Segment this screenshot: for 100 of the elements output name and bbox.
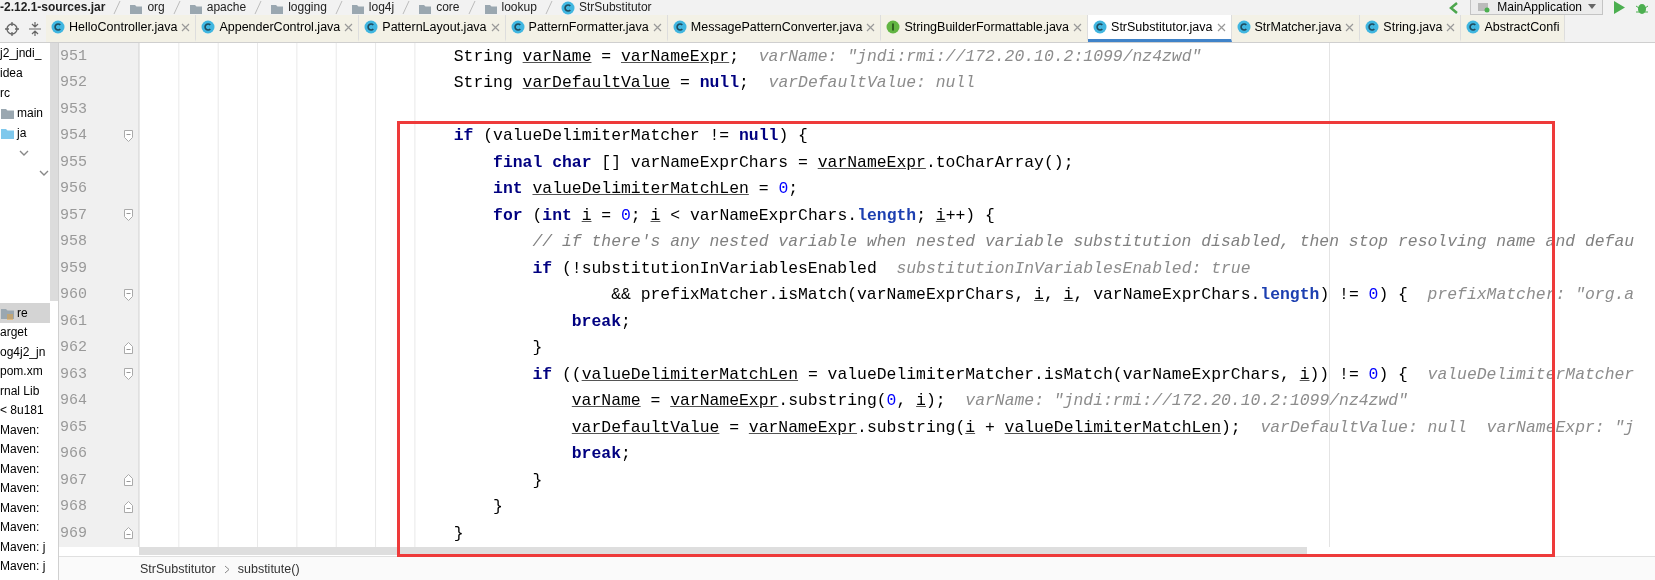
code-line: int valueDelimiterMatchLen = 0; <box>493 179 799 199</box>
inline-value-hint: varName: "jndi:rmi://172.20.10.2:1099/nz4zwd" <box>758 46 1202 66</box>
close-icon[interactable] <box>490 22 500 32</box>
tree-item[interactable]: arget <box>0 325 28 340</box>
chevron-icon <box>223 564 230 574</box>
line-number: 964 <box>59 392 87 410</box>
tree-item[interactable]: Maven: <box>0 442 40 457</box>
line-number: 951 <box>59 47 87 65</box>
line-number: 958 <box>59 233 87 251</box>
tree-item[interactable]: Maven: <box>0 481 40 496</box>
breadcrumb-item[interactable]: org <box>147 0 165 15</box>
inline-value-hint: substitutionInVariablesEnabled: true <box>896 258 1251 278</box>
tree-item[interactable]: og4j2_jn <box>0 344 46 359</box>
line-number: 963 <box>59 365 87 383</box>
class-icon <box>1093 20 1108 34</box>
fold-icon[interactable] <box>124 129 133 142</box>
class-icon <box>1466 20 1481 34</box>
tree-item[interactable]: Maven: <box>0 422 40 437</box>
fold-icon[interactable] <box>124 500 133 513</box>
line-number: 954 <box>59 127 87 145</box>
separator-icon <box>465 1 478 14</box>
tree-item[interactable]: ja <box>17 126 27 140</box>
line-number: 965 <box>59 418 87 436</box>
class-icon <box>201 20 216 34</box>
breadcrumb-item[interactable]: log4j <box>368 0 395 15</box>
fold-icon[interactable] <box>124 474 133 487</box>
editor-tab[interactable]: StrMatcher.java <box>1231 15 1361 42</box>
line-number: 966 <box>59 445 87 463</box>
breadcrumb-item[interactable]: logging <box>288 0 327 15</box>
editor-tab[interactable]: StringBuilderFormattable.java <box>881 15 1089 42</box>
fold-icon[interactable] <box>124 368 133 381</box>
code-line: } <box>493 497 503 517</box>
scrollbar[interactable] <box>50 43 58 301</box>
tree-item[interactable]: j2_jndi_ <box>0 46 42 60</box>
close-icon[interactable] <box>866 22 876 32</box>
class-icon <box>1236 20 1251 34</box>
line-number: 967 <box>59 471 87 489</box>
debug-icon[interactable] <box>1635 1 1649 14</box>
editor-tab[interactable]: AppenderControl.java <box>196 15 360 42</box>
inline-value-hint: varName: "jndi:rmi://172.20.10.2:1099/nz4zwd" <box>965 391 1408 411</box>
folder-icon <box>0 106 15 120</box>
caret-icon <box>1588 4 1596 10</box>
code-line: if ((valueDelimiterMatchLen = valueDelimiterMatcher.isMatch(varNameExprChars, i)) != 0) { <box>532 364 1408 384</box>
class-icon <box>51 20 65 34</box>
locate-icon[interactable] <box>4 21 19 36</box>
tree-item[interactable]: idea <box>0 66 23 80</box>
breadcrumb-item[interactable]: -2.12.1-sources.jar <box>0 0 106 15</box>
interface-icon <box>886 20 901 34</box>
editor-tab[interactable]: String.java <box>1360 15 1462 42</box>
tree-item[interactable]: < 8u181 <box>0 403 44 418</box>
fold-icon[interactable] <box>124 209 133 222</box>
close-icon[interactable] <box>344 22 354 32</box>
selected-tree-row[interactable]: re <box>0 303 50 323</box>
tree-item[interactable]: rnal Lib <box>0 383 40 398</box>
code-line: } <box>532 470 543 490</box>
tree-item[interactable]: main <box>17 106 43 120</box>
close-icon[interactable] <box>652 22 662 32</box>
tree-item[interactable]: Maven: <box>0 461 40 476</box>
tree-item[interactable]: Maven: <box>0 500 40 515</box>
breadcrumb-item[interactable]: lookup <box>501 0 537 15</box>
tree-item[interactable]: Maven: j <box>0 559 46 574</box>
close-icon[interactable] <box>1345 22 1355 32</box>
class-icon <box>510 20 525 34</box>
breadcrumb-item[interactable]: StrSubstitutor <box>578 0 652 15</box>
tree-item[interactable]: pom.xm <box>0 364 43 379</box>
close-icon[interactable] <box>1073 22 1083 32</box>
breadcrumb-item[interactable]: StrSubstitutor <box>140 562 216 577</box>
editor-tab[interactable]: PatternFormatter.java <box>505 15 668 42</box>
editor-tab[interactable]: PatternLayout.java <box>359 15 506 42</box>
collapse-icon[interactable] <box>27 21 42 36</box>
tree-item[interactable]: Maven: <box>0 520 40 535</box>
editor-tab[interactable]: AbstractConfi <box>1461 15 1566 42</box>
close-icon[interactable] <box>1446 22 1456 32</box>
close-icon[interactable] <box>1216 22 1226 32</box>
breadcrumb-item[interactable]: core <box>436 0 460 15</box>
tree-item[interactable]: Maven: j <box>0 539 46 554</box>
tree-item[interactable]: rc <box>0 86 10 100</box>
code-line: && prefixMatcher.isMatch(varNameExprChars, i, i, varNameExprChars.length) != 0) { <box>611 285 1408 305</box>
code-line: final char [] varNameExprChars = varNameExpr.toCharArray(); <box>493 152 1074 172</box>
class-icon <box>560 0 575 15</box>
run-icon[interactable] <box>1613 1 1625 14</box>
inline-value-hint: varDefaultValue: null <box>1260 417 1467 437</box>
class-icon <box>1365 20 1380 34</box>
fold-icon[interactable] <box>124 288 133 301</box>
editor-tab[interactable]: HelloController.java <box>46 15 197 42</box>
scrollbar-thumb[interactable] <box>139 547 1307 556</box>
line-number: 953 <box>59 100 87 118</box>
breadcrumb-item[interactable]: apache <box>206 0 247 15</box>
code-line: for (int i = 0; i < varNameExprChars.length; i++) { <box>493 205 995 225</box>
run-configuration-dropdown[interactable]: MainApplication <box>1470 0 1603 15</box>
breadcrumb-item[interactable]: substitute() <box>237 562 300 577</box>
fold-icon[interactable] <box>124 341 133 354</box>
tree-item[interactable]: re <box>17 305 28 320</box>
editor-tab[interactable]: MessagePatternConverter.java <box>667 15 882 42</box>
line-number: 960 <box>59 286 87 304</box>
editor-tab[interactable]: StrSubstitutor.java <box>1088 15 1232 42</box>
code-line: if (valueDelimiterMatcher != null) { <box>453 126 808 146</box>
fold-icon[interactable] <box>124 527 133 540</box>
line-number: 968 <box>59 498 87 516</box>
close-icon[interactable] <box>181 22 191 32</box>
